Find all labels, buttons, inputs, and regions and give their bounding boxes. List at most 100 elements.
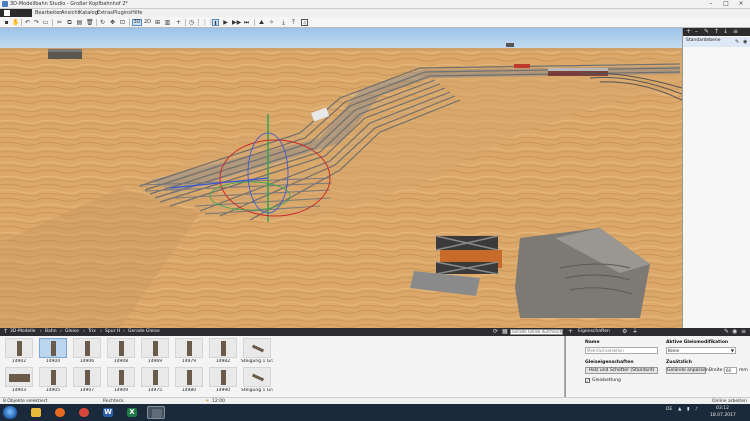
visibility-icon[interactable]: ◉	[743, 39, 747, 45]
grid-view-icon[interactable]: ▦	[502, 328, 508, 336]
adjust-terrain-button[interactable]: Gelände anpassen	[666, 367, 709, 374]
catalog-item[interactable]: 14969	[139, 338, 171, 366]
maximize-icon[interactable]: □	[720, 0, 732, 8]
close-icon[interactable]: ×	[735, 0, 747, 8]
name-input[interactable]: Mehrfachselektion	[585, 347, 658, 354]
explorer-task[interactable]	[27, 406, 45, 419]
catalog-item[interactable]: 14903	[3, 367, 35, 395]
catalog-item[interactable]: 14908	[105, 338, 137, 366]
excel-task[interactable]: X	[123, 406, 141, 419]
app-menu-button[interactable]	[0, 9, 32, 17]
align-icon[interactable]: ⊡	[119, 19, 126, 26]
move-up-icon[interactable]: ↑	[714, 28, 719, 36]
chrome-task[interactable]	[75, 406, 93, 419]
fast-forward-icon[interactable]: ▶▶	[232, 19, 241, 26]
minimize-icon[interactable]: –	[705, 0, 717, 8]
snap-icon[interactable]: ⋮⋮	[202, 19, 214, 26]
panel-menu-icon[interactable]: ≡	[741, 328, 746, 336]
catalog-item[interactable]: 14909	[105, 367, 137, 395]
info-icon[interactable]: ⏚	[632, 328, 638, 336]
breadcrumb-gleise[interactable]: Gleise	[65, 329, 79, 334]
catalog-item[interactable]: 14990	[207, 367, 239, 395]
catalog-item[interactable]: 14907	[71, 367, 103, 395]
catalog-item[interactable]: 14904	[37, 338, 69, 366]
firefox-task[interactable]	[51, 406, 69, 419]
catalog-search-input[interactable]: Gerade Gleise durchsuchen...	[510, 329, 563, 335]
fit-icon[interactable]: ▭	[42, 19, 49, 26]
remove-layer-icon[interactable]: –	[695, 28, 698, 36]
refresh-icon[interactable]: ⟳	[493, 328, 498, 336]
breadcrumb-3d-modelle[interactable]: 3D-Modelle	[10, 329, 35, 334]
track-bedding-checkbox[interactable]: ✓	[585, 378, 590, 383]
catalog-item[interactable]: 14905	[37, 367, 69, 395]
breadcrumb-spur[interactable]: Spur H	[105, 329, 120, 334]
pause-icon[interactable]: ❚	[212, 19, 219, 26]
undo-icon[interactable]: ↶	[24, 19, 31, 26]
breadcrumb-gerade-gleise[interactable]: Gerade Gleise	[128, 329, 160, 334]
3d-viewport[interactable]	[0, 28, 682, 328]
skip-icon[interactable]: ⏭	[243, 19, 250, 26]
move-down-icon[interactable]: ↓	[723, 28, 728, 36]
catalog-item[interactable]: 14979	[173, 338, 205, 366]
edit-layer-icon[interactable]: ✎	[704, 28, 709, 36]
catalog-item[interactable]: 14980	[173, 367, 205, 395]
play-icon[interactable]: ▶	[222, 19, 229, 26]
add-layer-icon[interactable]: +	[686, 28, 691, 36]
visibility-icon[interactable]: ◉	[732, 328, 737, 336]
upload-icon[interactable]: ⤒	[290, 19, 297, 26]
hand-icon[interactable]: ✋	[12, 19, 19, 26]
network-icon[interactable]: ▮	[687, 407, 689, 412]
pin-icon[interactable]: ✎	[735, 39, 739, 45]
menu-item-ansicht[interactable]: Ansicht	[61, 10, 79, 16]
view-3d-button[interactable]: 3D	[132, 19, 142, 26]
delete-icon[interactable]: 🗑	[86, 19, 94, 26]
measure-icon[interactable]: ✧	[268, 19, 275, 26]
breadcrumb-trix[interactable]: Trix	[88, 329, 96, 334]
catalog-item[interactable]: 14902	[3, 338, 35, 366]
clock-date[interactable]: 18.07.2017	[710, 413, 736, 418]
move-icon[interactable]: ✥	[109, 19, 116, 26]
catalog-item[interactable]: Steigung 1 Gra...	[241, 338, 273, 366]
catalog-item-label: 14909	[113, 388, 129, 393]
menu-item-hilfe[interactable]: Hilfe	[131, 10, 142, 16]
time-icon[interactable]: ◷	[188, 19, 195, 26]
paste-icon[interactable]: ▤	[76, 19, 83, 26]
menu-item-plugins[interactable]: Plugins	[113, 10, 131, 16]
breadcrumb-bahn[interactable]: Bahn	[45, 329, 57, 334]
active-mod-select[interactable]: Keine ▼	[666, 347, 736, 354]
copy-icon[interactable]: ⧉	[66, 19, 73, 26]
grid-icon[interactable]: ⊞	[154, 19, 161, 26]
volume-icon[interactable]: ♪	[695, 407, 698, 412]
language-indicator[interactable]: DE	[666, 407, 672, 412]
rotate-icon[interactable]: ↻	[99, 19, 106, 26]
plus-icon[interactable]: +	[175, 19, 182, 26]
catalog-item[interactable]: 14982	[207, 338, 239, 366]
catalog-up-icon[interactable]: ↑	[3, 328, 8, 336]
word-task[interactable]: W	[99, 406, 117, 419]
cut-icon[interactable]: ✂	[56, 19, 63, 26]
sound-icon[interactable]: ♫	[301, 19, 308, 26]
catalog-item[interactable]: 14906	[71, 338, 103, 366]
download-icon[interactable]: ⤓	[280, 19, 287, 26]
settings-icon[interactable]: ⚙	[622, 328, 627, 336]
menu-item-extras[interactable]: Extras	[97, 10, 113, 16]
redo-icon[interactable]: ↷	[33, 19, 40, 26]
menu-item-bearbeiten[interactable]: Bearbeiten	[35, 10, 62, 16]
start-button[interactable]	[3, 406, 17, 419]
view-2d-button[interactable]: 2D	[144, 19, 151, 26]
menu-item-katalog[interactable]: Katalog	[79, 10, 98, 16]
catalog-item[interactable]: 14975	[139, 367, 171, 395]
tray-arrow-icon[interactable]: ▲	[678, 407, 681, 412]
pin-icon[interactable]: ✎	[724, 328, 729, 336]
clock-time[interactable]: 03:12	[716, 406, 729, 411]
terrain-icon[interactable]: ⛰	[258, 19, 265, 26]
layer-row[interactable]: Standardebene ✎ ◉	[683, 37, 750, 47]
width-input[interactable]: 60	[724, 367, 737, 374]
add-icon[interactable]: +	[568, 328, 573, 336]
catalog-item[interactable]: Steigung 1 Gra...	[241, 367, 273, 395]
save-icon[interactable]: ▪	[3, 19, 10, 26]
layer-menu-icon[interactable]: ≡	[733, 28, 738, 36]
sleepers-button[interactable]: Holz und Schotter (Standard)	[585, 367, 658, 374]
layout-icon[interactable]: ▥	[164, 19, 171, 26]
modellbahn-task[interactable]	[147, 406, 165, 419]
